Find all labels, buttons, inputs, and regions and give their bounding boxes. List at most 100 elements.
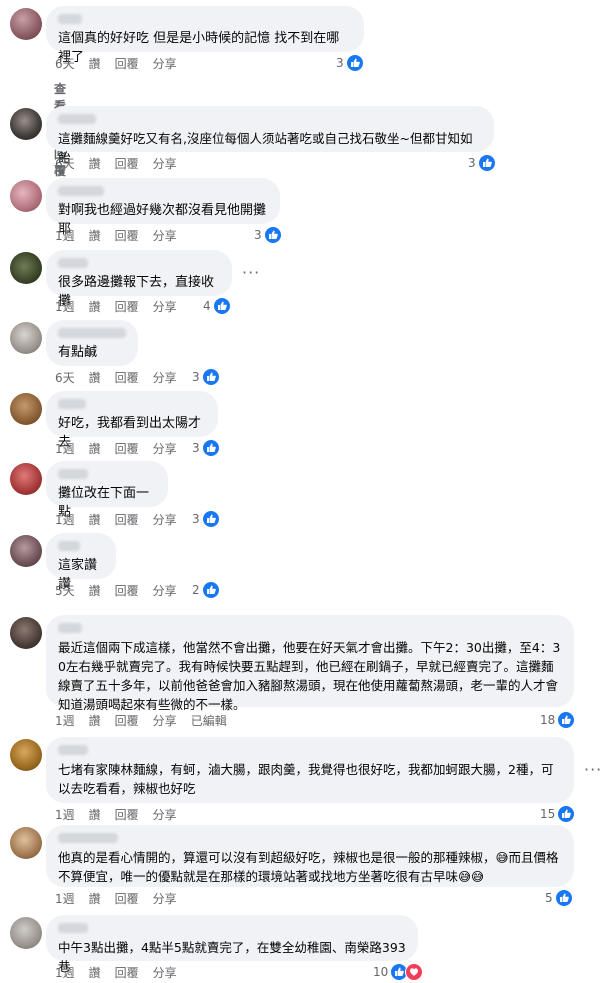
reaction-number: 18 xyxy=(540,713,556,727)
like-icon xyxy=(345,54,364,72)
reply-button[interactable]: 回覆 xyxy=(115,583,139,599)
like-icon xyxy=(263,226,282,244)
commenter-name[interactable] xyxy=(58,745,88,755)
commenter-name[interactable] xyxy=(58,541,80,551)
reaction-count[interactable]: 4 xyxy=(203,297,231,315)
avatar[interactable] xyxy=(10,827,42,859)
comment-time[interactable]: 1週 xyxy=(55,441,75,457)
commenter-name[interactable] xyxy=(58,399,86,409)
share-button[interactable]: 分享 xyxy=(153,965,177,981)
reply-button[interactable]: 回覆 xyxy=(115,713,139,729)
reply-button[interactable]: 回覆 xyxy=(115,299,139,315)
like-button[interactable]: 讚 xyxy=(89,807,101,823)
edited-label[interactable]: 已編輯 xyxy=(191,713,227,729)
like-button[interactable]: 讚 xyxy=(89,441,101,457)
comment-time[interactable]: 1週 xyxy=(55,891,75,907)
share-button[interactable]: 分享 xyxy=(153,807,177,823)
avatar[interactable] xyxy=(10,180,42,212)
like-button[interactable]: 讚 xyxy=(89,713,101,729)
avatar[interactable] xyxy=(10,252,42,284)
commenter-name[interactable] xyxy=(58,258,88,268)
more-options-icon[interactable]: ··· xyxy=(584,762,602,778)
reply-button[interactable]: 回覆 xyxy=(115,965,139,981)
share-button[interactable]: 分享 xyxy=(153,56,177,72)
like-button[interactable]: 讚 xyxy=(89,56,101,72)
reply-button[interactable]: 回覆 xyxy=(115,370,139,386)
comment-time[interactable]: 1週 xyxy=(55,512,75,528)
avatar[interactable] xyxy=(10,617,42,649)
reaction-count[interactable]: 15 xyxy=(540,805,576,823)
comment-time[interactable]: 1週 xyxy=(55,228,75,244)
like-button[interactable]: 讚 xyxy=(89,299,101,315)
avatar[interactable] xyxy=(10,393,42,425)
comment-time[interactable]: 1週 xyxy=(55,807,75,823)
like-button[interactable]: 讚 xyxy=(89,228,101,244)
share-button[interactable]: 分享 xyxy=(153,891,177,907)
commenter-name[interactable] xyxy=(58,469,88,479)
like-button[interactable]: 讚 xyxy=(89,583,101,599)
reaction-count[interactable]: 18 xyxy=(540,711,576,729)
like-icon xyxy=(201,510,220,528)
share-button[interactable]: 分享 xyxy=(153,583,177,599)
commenter-name[interactable] xyxy=(58,328,126,338)
commenter-name[interactable] xyxy=(58,833,118,843)
reaction-count[interactable]: 3 xyxy=(254,226,282,244)
commenter-name[interactable] xyxy=(58,14,82,24)
comment-text: 有點鹹 xyxy=(58,345,98,360)
reaction-number: 3 xyxy=(336,56,344,70)
comment-bubble: 他真的是看心情開的，算還可以沒有到超級好吃，辣椒也是很一般的那種辣椒，😅而且價格… xyxy=(46,825,574,887)
like-button[interactable]: 讚 xyxy=(89,891,101,907)
share-button[interactable]: 分享 xyxy=(153,441,177,457)
reaction-count[interactable]: 10 xyxy=(373,963,424,981)
share-button[interactable]: 分享 xyxy=(153,713,177,729)
avatar[interactable] xyxy=(10,108,42,140)
comment-actions: 6天 讚 回覆 分享 xyxy=(55,370,177,386)
reaction-count[interactable]: 3 xyxy=(192,439,220,457)
reply-button[interactable]: 回覆 xyxy=(115,156,139,172)
reply-button[interactable]: 回覆 xyxy=(115,807,139,823)
comment-time[interactable]: 5天 xyxy=(55,583,75,599)
more-options-icon[interactable]: ··· xyxy=(242,265,260,281)
comment-time[interactable]: 6天 xyxy=(55,56,75,72)
commenter-name[interactable] xyxy=(58,623,82,633)
share-button[interactable]: 分享 xyxy=(153,156,177,172)
share-button[interactable]: 分享 xyxy=(153,370,177,386)
comment-time[interactable]: 1週 xyxy=(55,965,75,981)
reaction-count[interactable]: 3 xyxy=(468,154,496,172)
reaction-count[interactable]: 5 xyxy=(545,889,573,907)
reaction-count[interactable]: 2 xyxy=(192,581,220,599)
like-button[interactable]: 讚 xyxy=(89,512,101,528)
like-button[interactable]: 讚 xyxy=(89,156,101,172)
like-button[interactable]: 讚 xyxy=(89,370,101,386)
comment-actions: 1週 讚 回覆 分享 xyxy=(55,807,177,823)
reply-button[interactable]: 回覆 xyxy=(115,441,139,457)
comment-actions: 1週 讚 回覆 分享 xyxy=(55,965,177,981)
reaction-count[interactable]: 3 xyxy=(192,368,220,386)
reply-button[interactable]: 回覆 xyxy=(115,56,139,72)
avatar[interactable] xyxy=(10,8,42,40)
avatar[interactable] xyxy=(10,463,42,495)
share-button[interactable]: 分享 xyxy=(153,228,177,244)
share-button[interactable]: 分享 xyxy=(153,299,177,315)
reply-button[interactable]: 回覆 xyxy=(115,512,139,528)
avatar[interactable] xyxy=(10,739,42,771)
commenter-name[interactable] xyxy=(58,186,104,196)
avatar[interactable] xyxy=(10,535,42,567)
comment-time[interactable]: 1週 xyxy=(55,299,75,315)
reaction-count[interactable]: 3 xyxy=(192,510,220,528)
commenter-name[interactable] xyxy=(58,114,96,124)
commenter-name[interactable] xyxy=(58,923,88,933)
comment-time[interactable]: 6天 xyxy=(55,156,75,172)
reply-button[interactable]: 回覆 xyxy=(115,228,139,244)
comment-time[interactable]: 6天 xyxy=(55,370,75,386)
reaction-count[interactable]: 3 xyxy=(336,54,364,72)
reply-button[interactable]: 回覆 xyxy=(115,891,139,907)
comment-text: 七堵有家陳林麵線，有蚵，滷大腸，跟肉羹，我覺得也很好吃，我都加蚵跟大腸，2種，可… xyxy=(58,762,554,796)
like-button[interactable]: 讚 xyxy=(89,965,101,981)
comment-time[interactable]: 1週 xyxy=(55,713,75,729)
like-icon xyxy=(557,711,576,729)
avatar[interactable] xyxy=(10,917,42,949)
avatar[interactable] xyxy=(10,322,42,354)
comment-actions: 1週 讚 回覆 分享 xyxy=(55,441,177,457)
share-button[interactable]: 分享 xyxy=(153,512,177,528)
